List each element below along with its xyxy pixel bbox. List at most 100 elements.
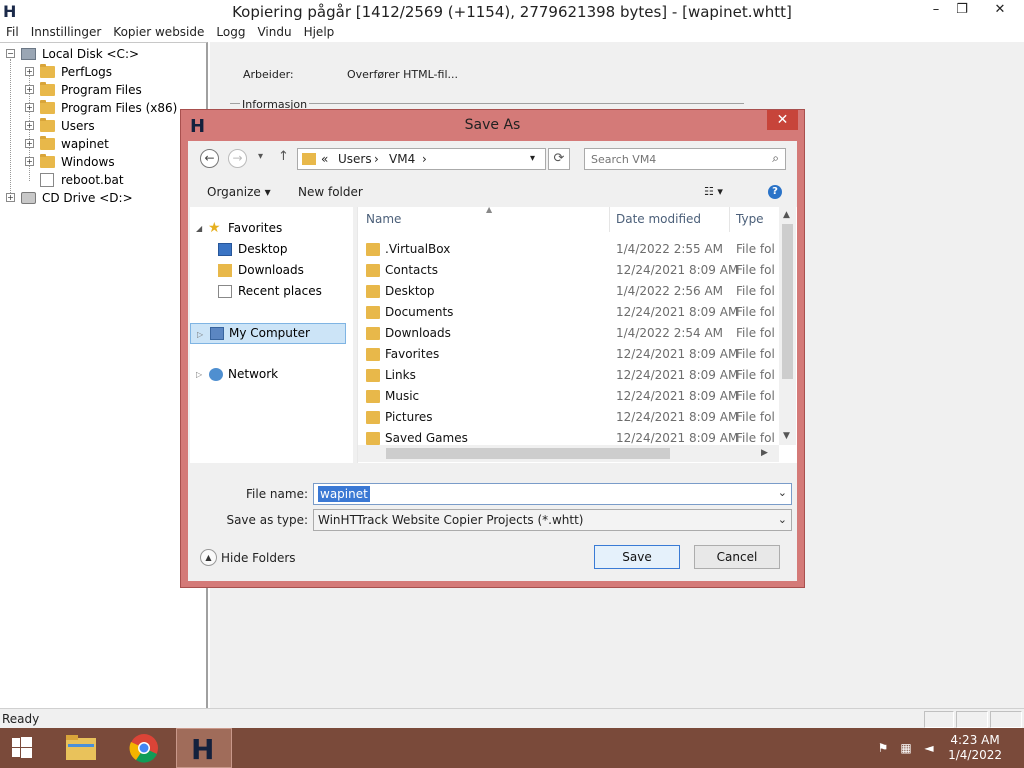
vertical-scrollbar[interactable]: ▲ ▼ (779, 207, 796, 445)
menu-log[interactable]: Logg (210, 23, 251, 39)
expand-toggle-icon[interactable]: + (25, 85, 34, 94)
file-row[interactable]: .VirtualBox 1/4/2022 2:55 AM File fol (358, 239, 779, 260)
menu-help[interactable]: Hjelp (298, 23, 341, 39)
app-title-bar: H Kopiering pågår [1412/2569 (+1154), 27… (0, 0, 1024, 23)
help-icon[interactable]: ? (768, 185, 782, 199)
close-button[interactable]: ✕ (985, 0, 1015, 20)
volume-muted-icon[interactable]: ◄ (922, 741, 936, 755)
scroll-up-icon[interactable]: ▲ (783, 210, 790, 220)
search-input[interactable] (591, 151, 761, 167)
tree-item-local-disk[interactable]: − Local Disk <C:> (0, 45, 200, 63)
nav-network[interactable]: ▷ Network (196, 365, 346, 384)
file-row[interactable]: Music 12/24/2021 8:09 AM File fol (358, 386, 779, 407)
file-name: Contacts (385, 263, 438, 277)
tree-item-reboot-bat[interactable]: reboot.bat (0, 171, 200, 189)
tree-item-program-files-x86[interactable]: + Program Files (x86) (0, 99, 200, 117)
httrack-icon: H (191, 733, 215, 766)
scroll-thumb[interactable] (782, 224, 793, 379)
clock-date: 1/4/2022 (948, 748, 1002, 762)
expand-toggle-icon[interactable]: + (6, 193, 15, 202)
column-type[interactable]: Type (736, 207, 764, 232)
scroll-right-icon[interactable]: ▶ (761, 448, 768, 458)
chevron-down-icon[interactable]: ⌄ (778, 486, 787, 499)
network-icon[interactable]: ▦ (899, 741, 913, 755)
view-options-icon[interactable]: ☷ ▾ (704, 185, 723, 198)
expand-toggle-icon[interactable]: + (25, 103, 34, 112)
cancel-button[interactable]: Cancel (694, 545, 780, 569)
new-folder-button[interactable]: New folder (298, 185, 363, 199)
file-row[interactable]: Saved Games 12/24/2021 8:09 AM File fol (358, 428, 779, 445)
search-icon[interactable]: ⌕ (772, 151, 779, 166)
folder-icon (366, 264, 380, 277)
expand-toggle-icon[interactable]: + (25, 157, 34, 166)
file-row[interactable]: Pictures 12/24/2021 8:09 AM File fol (358, 407, 779, 428)
file-date: 12/24/2021 8:09 AM (616, 263, 739, 277)
nav-desktop[interactable]: Desktop (216, 240, 346, 259)
tree-item-cd-drive[interactable]: + CD Drive <D:> (0, 189, 200, 207)
column-name[interactable]: Name (366, 207, 401, 232)
address-dropdown-icon[interactable]: ▾ (530, 153, 535, 164)
collapse-toggle-icon[interactable]: − (6, 49, 15, 58)
nav-recent-places[interactable]: Recent places (216, 282, 346, 301)
taskbar-file-explorer[interactable] (58, 728, 114, 768)
save-fields: File name: wapinet ⌄ Save as type: WinHT… (188, 463, 797, 581)
save-type-select[interactable]: WinHTTrack Website Copier Projects (*.wh… (313, 509, 792, 531)
expand-toggle-icon[interactable]: + (25, 67, 34, 76)
crumb-vm4[interactable]: VM4 (389, 152, 415, 166)
crumb-users[interactable]: Users (338, 152, 372, 166)
up-arrow-icon[interactable]: ↑ (278, 149, 289, 164)
nav-favorites[interactable]: ◢ ★ Favorites (196, 219, 346, 238)
file-row[interactable]: Favorites 12/24/2021 8:09 AM File fol (358, 344, 779, 365)
menu-settings[interactable]: Innstillinger (25, 23, 108, 39)
file-name: Downloads (385, 326, 451, 340)
column-date-modified[interactable]: Date modified (616, 207, 701, 232)
tree-item-wapinet[interactable]: + wapinet (0, 135, 200, 153)
crumb-separator: › (422, 152, 427, 166)
expand-toggle-icon[interactable]: + (25, 121, 34, 130)
clock[interactable]: 4:23 AM 1/4/2022 (948, 733, 1002, 763)
nav-downloads[interactable]: Downloads (216, 261, 346, 280)
file-row[interactable]: Links 12/24/2021 8:09 AM File fol (358, 365, 779, 386)
file-name-input[interactable]: wapinet ⌄ (313, 483, 792, 505)
scroll-down-icon[interactable]: ▼ (783, 431, 790, 441)
address-row: ← → ▾ ↑ « Users › VM4 › ▾ ⟳ ⌕ (188, 141, 797, 177)
back-button[interactable]: ← (200, 149, 219, 168)
dialog-close-button[interactable]: ✕ (767, 110, 798, 130)
menu-copy-website[interactable]: Kopier webside (107, 23, 210, 39)
taskbar-chrome[interactable] (116, 728, 172, 768)
file-row[interactable]: Documents 12/24/2021 8:09 AM File fol (358, 302, 779, 323)
address-prefix: « (321, 152, 329, 166)
recent-locations-chevron-icon[interactable]: ▾ (258, 151, 263, 162)
tree-item-users[interactable]: + Users (0, 117, 200, 135)
nav-label: Network (228, 367, 279, 381)
star-icon: ★ (208, 220, 221, 236)
address-bar[interactable]: « Users › VM4 › ▾ (297, 148, 546, 170)
tree-label: reboot.bat (61, 173, 124, 187)
horizontal-scrollbar[interactable]: ▶ (358, 445, 779, 462)
file-row[interactable]: Downloads 1/4/2022 2:54 AM File fol (358, 323, 779, 344)
menu-window[interactable]: Vindu (251, 23, 297, 39)
chevron-down-icon[interactable]: ⌄ (778, 513, 787, 526)
maximize-button[interactable]: ❐ (947, 0, 977, 20)
file-row[interactable]: Contacts 12/24/2021 8:09 AM File fol (358, 260, 779, 281)
tree-item-perflogs[interactable]: + PerfLogs (0, 63, 200, 81)
dialog-title-bar: H Save As ✕ (181, 110, 804, 141)
tree-item-windows[interactable]: + Windows (0, 153, 200, 171)
file-row[interactable]: Desktop 1/4/2022 2:56 AM File fol (358, 281, 779, 302)
scroll-thumb[interactable] (386, 448, 670, 459)
menu-file[interactable]: Fil (0, 23, 25, 39)
forward-button[interactable]: → (228, 149, 247, 168)
expand-toggle-icon[interactable]: + (25, 139, 34, 148)
save-button[interactable]: Save (594, 545, 680, 569)
tree-label: Program Files (x86) (61, 101, 178, 115)
refresh-button[interactable]: ⟳ (548, 148, 570, 170)
start-button[interactable] (0, 728, 56, 768)
action-center-icon[interactable]: ⚑ (876, 741, 890, 755)
taskbar-httrack[interactable]: H (176, 728, 232, 768)
file-name: Music (385, 389, 420, 403)
organize-button[interactable]: Organize ▾ (207, 185, 271, 199)
window-title: Kopiering pågår [1412/2569 (+1154), 2779… (232, 3, 792, 21)
nav-my-computer[interactable]: ▷ My Computer (190, 323, 346, 344)
folder-icon (366, 348, 380, 361)
tree-item-program-files[interactable]: + Program Files (0, 81, 200, 99)
